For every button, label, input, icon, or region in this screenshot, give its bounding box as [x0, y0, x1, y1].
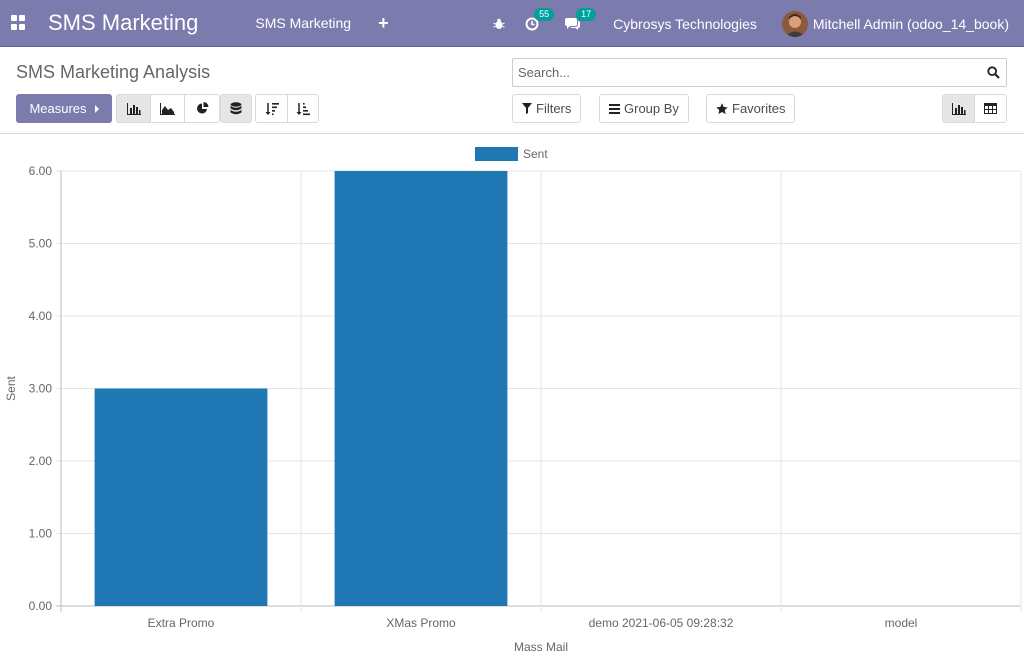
- control-panel: SMS Marketing Analysis Measures: [0, 48, 1024, 134]
- y-tick-label: 3.00: [29, 382, 53, 396]
- bar: [334, 171, 508, 606]
- legend-swatch: [475, 147, 518, 161]
- activity-icon[interactable]: 55: [525, 7, 555, 31]
- graph-view: 0.00 1.00 2.00 3.00 4.00 5.00 6.00 Extra Promo X…: [0, 135, 1024, 661]
- view-switcher: [942, 94, 1007, 123]
- menu-sms-marketing[interactable]: SMS Marketing: [255, 15, 351, 31]
- y-tick-label: 1.00: [29, 527, 53, 541]
- pivot-view-button[interactable]: [975, 95, 1006, 122]
- star-icon: [716, 102, 728, 114]
- database-icon: [230, 101, 242, 114]
- legend-label: Sent: [523, 147, 548, 161]
- top-navbar: SMS Marketing SMS Marketing + 55 17 Cybr: [0, 0, 1024, 47]
- x-tick-label: Extra Promo: [148, 616, 215, 630]
- company-switcher[interactable]: Cybrosys Technologies: [613, 16, 757, 32]
- graph-view-button[interactable]: [943, 95, 975, 122]
- y-tick-label: 6.00: [29, 164, 53, 178]
- bar: [94, 388, 268, 606]
- favorites-label: Favorites: [732, 101, 786, 116]
- group-by-label: Group By: [624, 101, 679, 116]
- pie-chart-icon: [196, 102, 208, 114]
- user-menu[interactable]: Mitchell Admin (odoo_14_book): [813, 16, 1009, 32]
- chart-type-group: [116, 94, 220, 123]
- y-tick-label: 2.00: [29, 454, 53, 468]
- search-icon[interactable]: [987, 66, 1000, 79]
- x-tick-label: demo 2021-06-05 09:28:32: [589, 616, 734, 630]
- sort-descending-button[interactable]: [256, 95, 288, 122]
- activity-count-badge: 55: [534, 7, 555, 21]
- favorites-button[interactable]: Favorites: [706, 94, 796, 123]
- filter-icon: [522, 103, 532, 114]
- sort-ascending-button[interactable]: [288, 95, 318, 122]
- group-by-button[interactable]: Group By: [599, 94, 689, 123]
- table-icon: [984, 103, 997, 114]
- search-box[interactable]: [512, 58, 1007, 87]
- caret-right-icon: [94, 104, 99, 113]
- bar-chart: 0.00 1.00 2.00 3.00 4.00 5.00 6.00 Extra Promo X…: [4, 147, 1022, 654]
- y-tick-label: 0.00: [29, 599, 53, 613]
- messages-icon[interactable]: 17: [565, 7, 597, 31]
- bug-icon[interactable]: [493, 18, 505, 30]
- bar-chart-icon: [126, 102, 141, 115]
- user-avatar[interactable]: [781, 10, 808, 37]
- message-count-badge: 17: [576, 7, 597, 21]
- page-title: SMS Marketing Analysis: [16, 62, 211, 82]
- bar-chart-icon: [951, 102, 966, 115]
- stacked-group: [220, 94, 252, 123]
- app-brand[interactable]: SMS Marketing: [48, 10, 198, 36]
- x-tick-label: model: [885, 616, 918, 630]
- filters-button[interactable]: Filters: [512, 94, 582, 123]
- area-chart-icon: [160, 102, 175, 115]
- measures-label: Measures: [29, 101, 87, 116]
- sort-group: [255, 94, 319, 123]
- plus-icon[interactable]: +: [378, 13, 389, 34]
- filters-label: Filters: [536, 101, 572, 116]
- search-input[interactable]: [513, 59, 973, 86]
- bars-icon: [609, 103, 620, 114]
- y-tick-label: 5.00: [29, 237, 53, 251]
- x-tick-label: XMas Promo: [386, 616, 456, 630]
- line-chart-button[interactable]: [151, 95, 185, 122]
- pie-chart-button[interactable]: [185, 95, 219, 122]
- apps-menu-icon[interactable]: [11, 15, 27, 31]
- bar-chart-button[interactable]: [117, 95, 151, 122]
- stacked-button[interactable]: [221, 95, 251, 122]
- sort-amount-desc-icon: [265, 102, 279, 115]
- y-axis-label: Sent: [4, 375, 18, 400]
- x-axis-label: Mass Mail: [514, 640, 568, 654]
- sort-amount-asc-icon: [296, 102, 310, 115]
- measures-button[interactable]: Measures: [16, 94, 112, 123]
- y-tick-label: 4.00: [29, 309, 53, 323]
